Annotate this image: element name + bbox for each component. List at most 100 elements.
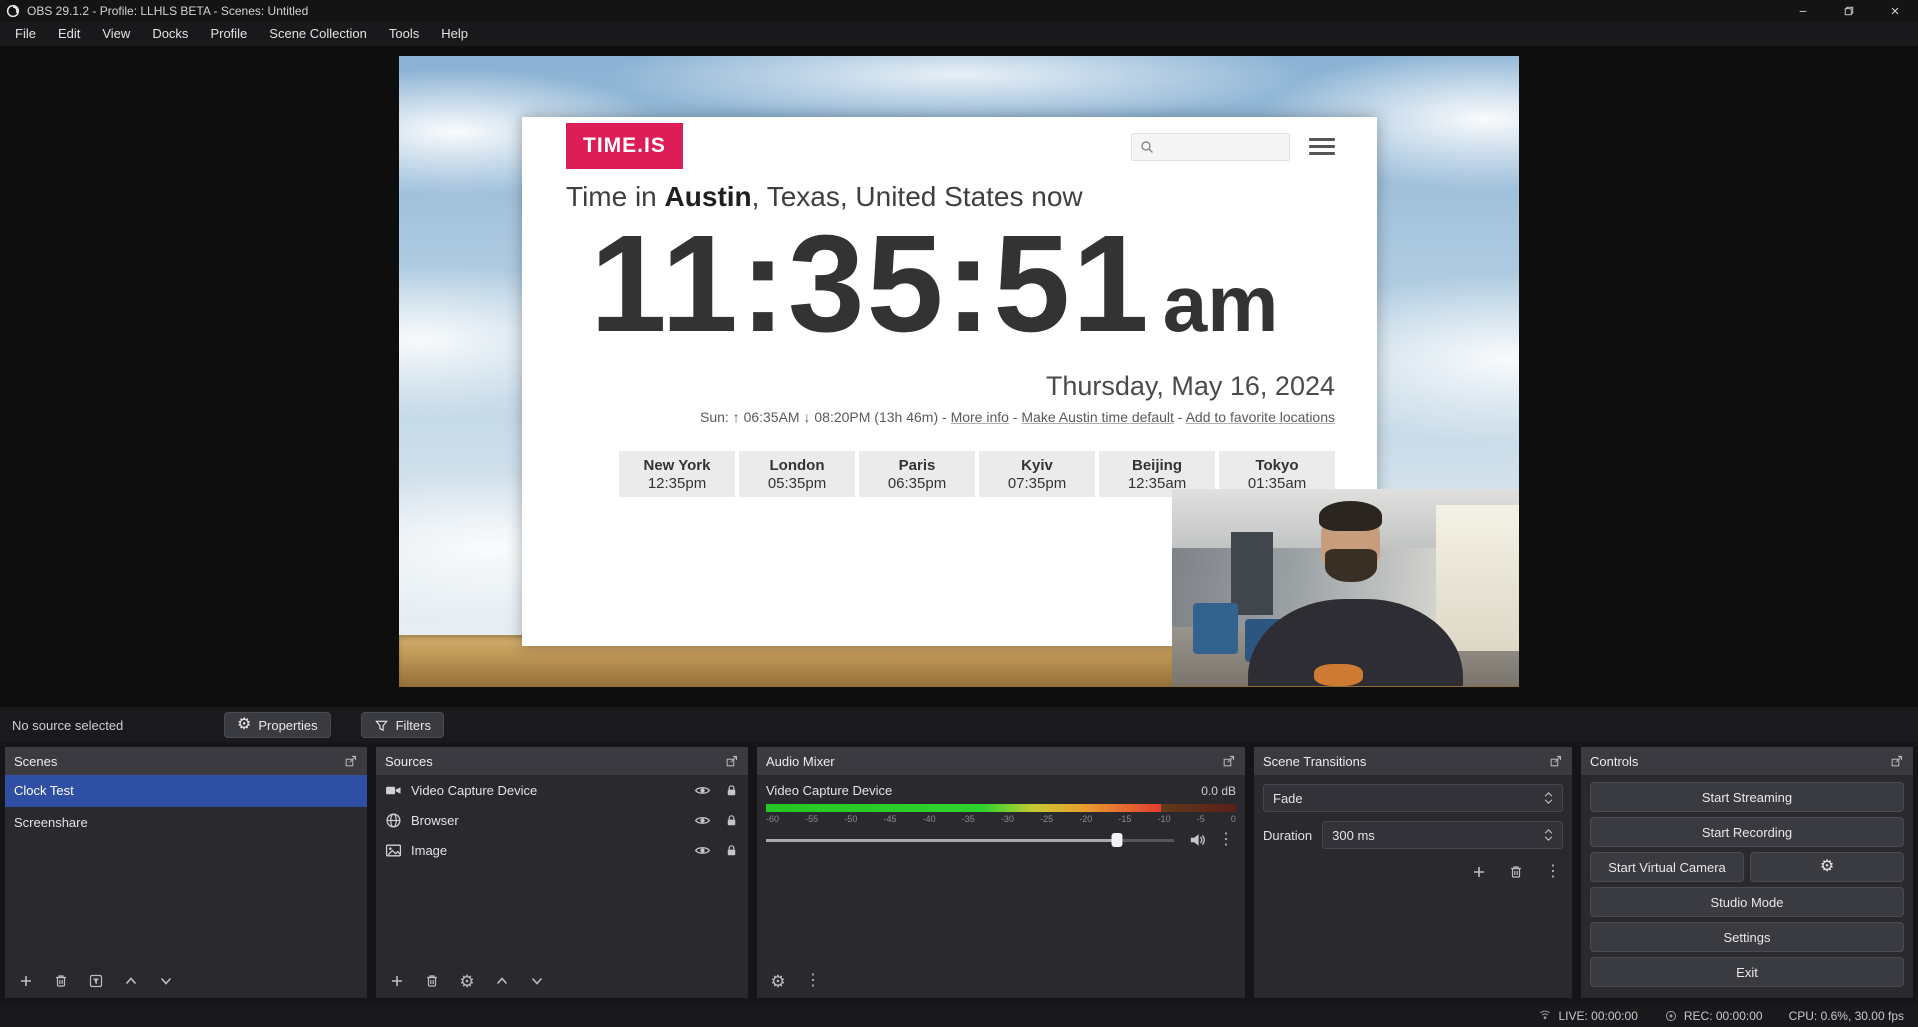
visibility-eye-icon[interactable] (694, 842, 711, 859)
add-transition-button[interactable] (1469, 862, 1489, 882)
preview-area: TIME.IS Time in Austin, Texas, United St… (0, 46, 1918, 707)
remove-scene-button[interactable] (51, 971, 71, 991)
source-row-browser[interactable]: Browser (376, 805, 748, 835)
menu-bar: File Edit View Docks Profile Scene Colle… (0, 22, 1918, 46)
source-properties-gear-icon[interactable]: ⚙ (457, 971, 477, 991)
record-disc-icon (1664, 1009, 1678, 1023)
start-recording-button[interactable]: Start Recording (1590, 817, 1904, 847)
scenes-list: Clock Test Screenshare (5, 775, 367, 964)
menu-scene-collection[interactable]: Scene Collection (258, 22, 378, 46)
stream-signal-icon (1538, 1009, 1552, 1023)
mixer-channel-menu-kebab-icon[interactable]: ⋮ (1216, 830, 1236, 850)
lock-icon[interactable] (724, 783, 739, 798)
volume-slider-handle[interactable] (1111, 833, 1122, 847)
mixer-channel-name: Video Capture Device (766, 783, 892, 798)
exit-button[interactable]: Exit (1590, 957, 1904, 987)
close-button[interactable] (1872, 0, 1918, 22)
obs-logo-icon (6, 4, 20, 18)
scene-transitions-header[interactable]: Scene Transitions (1254, 747, 1572, 775)
timeis-logo: TIME.IS (566, 123, 683, 169)
clock-ampm: am (1163, 258, 1279, 350)
scenes-header[interactable]: Scenes (5, 747, 367, 775)
scene-item-clock-test[interactable]: Clock Test (5, 775, 367, 807)
restore-button[interactable] (1826, 0, 1872, 22)
scene-transitions-panel: Scene Transitions Fade Duration (1254, 747, 1572, 998)
menu-view[interactable]: View (91, 22, 141, 46)
minimize-button[interactable] (1780, 0, 1826, 22)
remove-transition-button[interactable] (1506, 862, 1526, 882)
popout-icon[interactable] (1890, 754, 1904, 768)
dock-area: Scenes Clock Test Screenshare Sources (0, 743, 1918, 1004)
lock-icon[interactable] (724, 843, 739, 858)
scenes-panel: Scenes Clock Test Screenshare (5, 747, 367, 998)
panel-title: Controls (1590, 754, 1638, 769)
audio-mixer-body: Video Capture Device 0.0 dB -60-55-50-45… (757, 775, 1245, 964)
visibility-eye-icon[interactable] (694, 812, 711, 829)
menu-help[interactable]: Help (430, 22, 479, 46)
window-title: OBS 29.1.2 - Profile: LLHLS BETA - Scene… (27, 4, 308, 18)
spinner-arrows-icon[interactable] (1544, 829, 1553, 841)
scene-item-screenshare[interactable]: Screenshare (5, 807, 367, 839)
audio-mixer-header[interactable]: Audio Mixer (757, 747, 1245, 775)
menu-file[interactable]: File (4, 22, 47, 46)
controls-header[interactable]: Controls (1581, 747, 1913, 775)
scene-filters-icon[interactable] (86, 971, 106, 991)
sources-header[interactable]: Sources (376, 747, 748, 775)
make-default-link: Make Austin time default (1021, 409, 1174, 425)
start-virtual-camera-button[interactable]: Start Virtual Camera (1590, 852, 1744, 882)
add-scene-button[interactable] (16, 971, 36, 991)
controls-panel: Controls Start Streaming Start Recording… (1581, 747, 1913, 998)
city-box: London05:35pm (739, 451, 855, 497)
popout-icon[interactable] (344, 754, 358, 768)
duration-spinbox[interactable]: 300 ms (1322, 821, 1563, 849)
start-streaming-button[interactable]: Start Streaming (1590, 782, 1904, 812)
live-timer: LIVE: 00:00:00 (1558, 1009, 1637, 1023)
search-icon (1139, 139, 1155, 155)
panel-title: Audio Mixer (766, 754, 835, 769)
properties-button[interactable]: ⚙ Properties (224, 712, 331, 738)
webcam-window (1436, 505, 1519, 651)
source-row-video-capture[interactable]: Video Capture Device (376, 775, 748, 805)
sources-toolbar: ⚙ (376, 964, 748, 998)
clock-time: 11:35:51 (590, 205, 1151, 364)
no-source-label: No source selected (12, 718, 194, 733)
advanced-audio-gear-icon[interactable]: ⚙ (768, 971, 788, 991)
lock-icon[interactable] (724, 813, 739, 828)
visibility-eye-icon[interactable] (694, 782, 711, 799)
filters-button[interactable]: Filters (361, 712, 444, 738)
city-box: New York12:35pm (619, 451, 735, 497)
hamburger-menu-icon (1309, 138, 1335, 155)
source-row-image[interactable]: Image (376, 835, 748, 865)
virtual-camera-settings-button[interactable]: ⚙ (1750, 852, 1904, 882)
remove-source-button[interactable] (422, 971, 442, 991)
menu-tools[interactable]: Tools (378, 22, 430, 46)
program-preview[interactable]: TIME.IS Time in Austin, Texas, United St… (399, 56, 1519, 687)
audio-mixer-toolbar: ⚙ ⋮ (757, 964, 1245, 998)
transition-select[interactable]: Fade (1263, 784, 1563, 812)
meter-scale: -60-55-50-45-40-35-30-25-20-15-10-50 (766, 814, 1236, 824)
settings-button[interactable]: Settings (1590, 922, 1904, 952)
volume-slider[interactable] (766, 832, 1174, 848)
menu-edit[interactable]: Edit (47, 22, 91, 46)
move-source-down-button[interactable] (527, 971, 547, 991)
studio-mode-button[interactable]: Studio Mode (1590, 887, 1904, 917)
add-source-button[interactable] (387, 971, 407, 991)
menu-docks[interactable]: Docks (141, 22, 199, 46)
move-scene-down-button[interactable] (156, 971, 176, 991)
spinner-arrows-icon[interactable] (1544, 792, 1553, 804)
move-scene-up-button[interactable] (121, 971, 141, 991)
popout-icon[interactable] (725, 754, 739, 768)
speaker-icon[interactable] (1188, 831, 1206, 849)
webcam-chair (1193, 603, 1238, 654)
duration-label: Duration (1263, 828, 1312, 843)
scene-transitions-body: Fade Duration 300 ms (1254, 775, 1572, 998)
move-source-up-button[interactable] (492, 971, 512, 991)
transition-menu-kebab-icon[interactable]: ⋮ (1543, 862, 1563, 882)
search-box (1131, 133, 1290, 161)
menu-profile[interactable]: Profile (199, 22, 258, 46)
popout-icon[interactable] (1222, 754, 1236, 768)
mixer-menu-kebab-icon[interactable]: ⋮ (803, 971, 823, 991)
webcam-person-head (1321, 505, 1380, 580)
image-icon (385, 842, 402, 859)
popout-icon[interactable] (1549, 754, 1563, 768)
